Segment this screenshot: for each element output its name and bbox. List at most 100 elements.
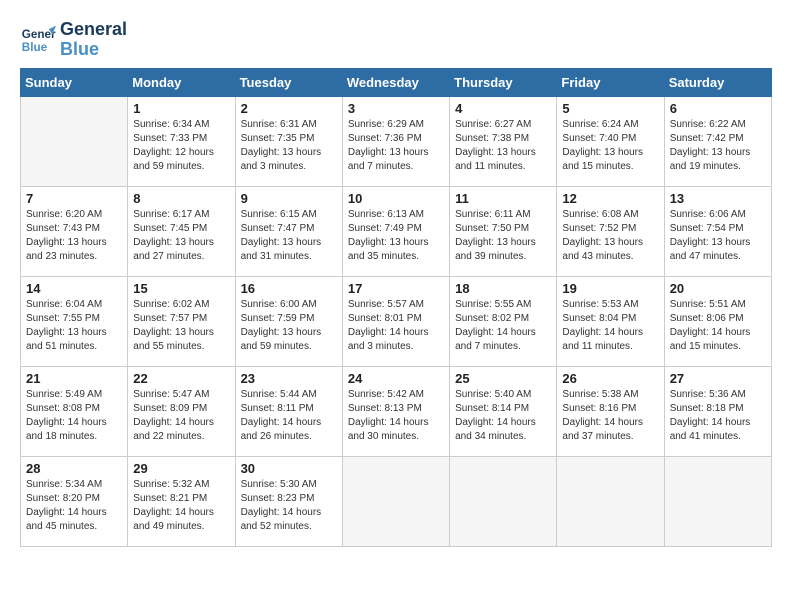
logo: General Blue General Blue [20,20,127,60]
day-number: 18 [455,281,551,296]
calendar-cell: 19 Sunrise: 5:53 AMSunset: 8:04 PMDayligh… [557,276,664,366]
calendar-cell: 11Sunrise: 6:11 AMSunset: 7:50 PMDayligh… [450,186,557,276]
day-info: Sunrise: 5:49 AMSunset: 8:08 PMDaylight:… [26,388,122,444]
day-info: Sunrise: 6:34 AMSunset: 7:33 PMDaylight:… [133,118,229,174]
day-info: Sunrise: 5:40 AMSunset: 8:14 PMDaylight:… [455,388,551,444]
calendar-cell: 25 Sunrise: 5:40 AMSunset: 8:14 PMDayligh… [450,366,557,456]
day-info: Sunrise: 6:22 AMSunset: 7:42 PMDaylight:… [670,118,766,174]
calendar-cell: 7 Sunrise: 6:20 AMSunset: 7:43 PMDaylight… [21,186,128,276]
calendar-cell: 14Sunrise: 6:04 AMSunset: 7:55 PMDayligh… [21,276,128,366]
day-info: Sunrise: 6:04 AMSunset: 7:55 PMDaylight:… [26,298,122,354]
day-info: Sunrise: 5:47 AMSunset: 8:09 PMDaylight:… [133,388,229,444]
day-number: 3 [348,101,444,116]
calendar-cell: 4 Sunrise: 6:27 AMSunset: 7:38 PMDaylight… [450,96,557,186]
calendar-cell: 6Sunrise: 6:22 AMSunset: 7:42 PMDaylight… [664,96,771,186]
day-number: 26 [562,371,658,386]
day-info: Sunrise: 6:06 AMSunset: 7:54 PMDaylight:… [670,208,766,264]
calendar-cell: 28 Sunrise: 5:34 AMSunset: 8:20 PMDayligh… [21,456,128,546]
day-number: 24 [348,371,444,386]
svg-text:Blue: Blue [22,41,48,54]
day-info: Sunrise: 6:27 AMSunset: 7:38 PMDaylight:… [455,118,551,174]
day-info: Sunrise: 5:30 AMSunset: 8:23 PMDaylight:… [241,478,337,534]
week-row-3: 14Sunrise: 6:04 AMSunset: 7:55 PMDayligh… [21,276,772,366]
day-info: Sunrise: 6:17 AMSunset: 7:45 PMDaylight:… [133,208,229,264]
week-row-2: 7 Sunrise: 6:20 AMSunset: 7:43 PMDaylight… [21,186,772,276]
day-header-thursday: Thursday [450,68,557,96]
day-number: 23 [241,371,337,386]
day-number: 10 [348,191,444,206]
day-info: Sunrise: 6:02 AMSunset: 7:57 PMDaylight:… [133,298,229,354]
day-number: 9 [241,191,337,206]
calendar-cell: 12 Sunrise: 6:08 AMSunset: 7:52 PMDayligh… [557,186,664,276]
day-header-friday: Friday [557,68,664,96]
day-number: 22 [133,371,229,386]
day-number: 16 [241,281,337,296]
day-header-tuesday: Tuesday [235,68,342,96]
day-number: 20 [670,281,766,296]
calendar-cell: 21 Sunrise: 5:49 AMSunset: 8:08 PMDayligh… [21,366,128,456]
day-info: Sunrise: 5:53 AMSunset: 8:04 PMDaylight:… [562,298,658,354]
day-number: 29 [133,461,229,476]
day-number: 28 [26,461,122,476]
day-number: 13 [670,191,766,206]
calendar-cell: 10 Sunrise: 6:13 AMSunset: 7:49 PMDayligh… [342,186,449,276]
day-info: Sunrise: 6:13 AMSunset: 7:49 PMDaylight:… [348,208,444,264]
calendar-cell: 18 Sunrise: 5:55 AMSunset: 8:02 PMDayligh… [450,276,557,366]
day-info: Sunrise: 6:00 AMSunset: 7:59 PMDaylight:… [241,298,337,354]
calendar-cell: 24Sunrise: 5:42 AMSunset: 8:13 PMDayligh… [342,366,449,456]
logo-text: General Blue [60,20,127,60]
day-header-monday: Monday [128,68,235,96]
calendar-cell: 27Sunrise: 5:36 AMSunset: 8:18 PMDayligh… [664,366,771,456]
day-number: 5 [562,101,658,116]
week-row-1: 1 Sunrise: 6:34 AMSunset: 7:33 PMDaylight… [21,96,772,186]
day-number: 12 [562,191,658,206]
calendar-cell: 5 Sunrise: 6:24 AMSunset: 7:40 PMDaylight… [557,96,664,186]
calendar-cell: 20 Sunrise: 5:51 AMSunset: 8:06 PMDayligh… [664,276,771,366]
day-info: Sunrise: 5:51 AMSunset: 8:06 PMDaylight:… [670,298,766,354]
day-info: Sunrise: 6:29 AMSunset: 7:36 PMDaylight:… [348,118,444,174]
calendar-cell: 26 Sunrise: 5:38 AMSunset: 8:16 PMDayligh… [557,366,664,456]
day-info: Sunrise: 6:15 AMSunset: 7:47 PMDaylight:… [241,208,337,264]
day-number: 8 [133,191,229,206]
day-number: 2 [241,101,337,116]
day-number: 7 [26,191,122,206]
week-row-4: 21 Sunrise: 5:49 AMSunset: 8:08 PMDayligh… [21,366,772,456]
day-info: Sunrise: 5:34 AMSunset: 8:20 PMDaylight:… [26,478,122,534]
day-info: Sunrise: 6:11 AMSunset: 7:50 PMDaylight:… [455,208,551,264]
calendar-cell: 2 Sunrise: 6:31 AMSunset: 7:35 PMDaylight… [235,96,342,186]
calendar-cell [342,456,449,546]
day-info: Sunrise: 5:55 AMSunset: 8:02 PMDaylight:… [455,298,551,354]
calendar-cell: 23Sunrise: 5:44 AMSunset: 8:11 PMDayligh… [235,366,342,456]
day-info: Sunrise: 5:38 AMSunset: 8:16 PMDaylight:… [562,388,658,444]
calendar-cell: 3 Sunrise: 6:29 AMSunset: 7:36 PMDaylight… [342,96,449,186]
day-info: Sunrise: 6:08 AMSunset: 7:52 PMDaylight:… [562,208,658,264]
day-info: Sunrise: 6:20 AMSunset: 7:43 PMDaylight:… [26,208,122,264]
day-header-wednesday: Wednesday [342,68,449,96]
day-number: 21 [26,371,122,386]
calendar-cell: 9 Sunrise: 6:15 AMSunset: 7:47 PMDaylight… [235,186,342,276]
calendar-cell: 30 Sunrise: 5:30 AMSunset: 8:23 PMDayligh… [235,456,342,546]
day-number: 15 [133,281,229,296]
calendar-cell [450,456,557,546]
calendar-cell: 22 Sunrise: 5:47 AMSunset: 8:09 PMDayligh… [128,366,235,456]
day-number: 4 [455,101,551,116]
day-number: 19 [562,281,658,296]
calendar-cell: 13 Sunrise: 6:06 AMSunset: 7:54 PMDayligh… [664,186,771,276]
calendar-cell: 8 Sunrise: 6:17 AMSunset: 7:45 PMDaylight… [128,186,235,276]
day-info: Sunrise: 6:31 AMSunset: 7:35 PMDaylight:… [241,118,337,174]
calendar-cell [557,456,664,546]
day-number: 1 [133,101,229,116]
day-info: Sunrise: 5:32 AMSunset: 8:21 PMDaylight:… [133,478,229,534]
calendar-cell: 16 Sunrise: 6:00 AMSunset: 7:59 PMDayligh… [235,276,342,366]
day-number: 30 [241,461,337,476]
page-header: General Blue General Blue [20,20,772,60]
calendar-table: SundayMondayTuesdayWednesdayThursdayFrid… [20,68,772,547]
day-info: Sunrise: 5:57 AMSunset: 8:01 PMDaylight:… [348,298,444,354]
day-number: 25 [455,371,551,386]
calendar-cell [664,456,771,546]
day-number: 17 [348,281,444,296]
calendar-cell: 29 Sunrise: 5:32 AMSunset: 8:21 PMDayligh… [128,456,235,546]
day-info: Sunrise: 6:24 AMSunset: 7:40 PMDaylight:… [562,118,658,174]
week-row-5: 28 Sunrise: 5:34 AMSunset: 8:20 PMDayligh… [21,456,772,546]
day-info: Sunrise: 5:36 AMSunset: 8:18 PMDaylight:… [670,388,766,444]
